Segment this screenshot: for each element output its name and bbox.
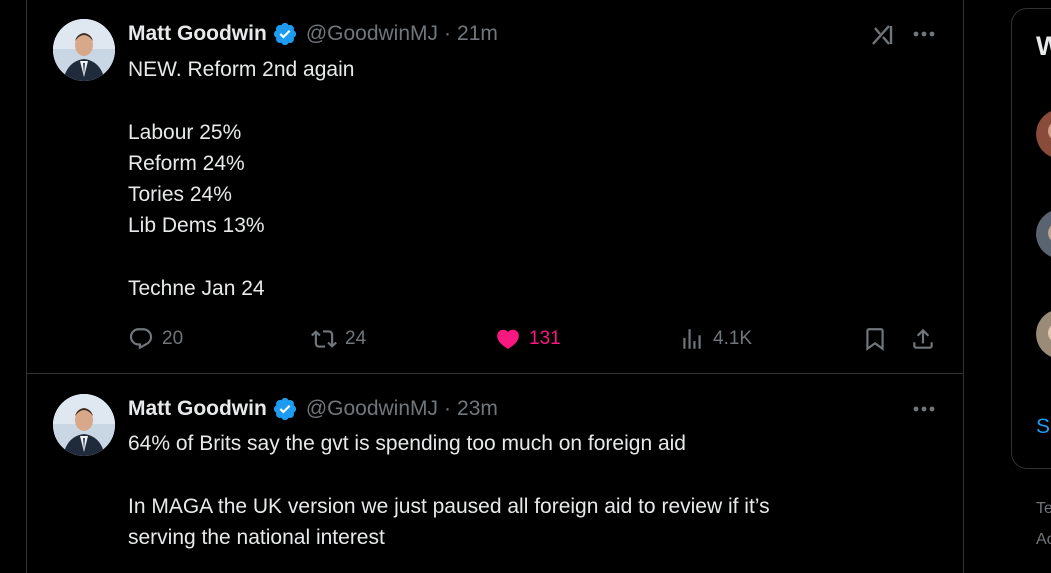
repost-button[interactable]: 24 [311, 322, 366, 356]
tweet-text-line: In MAGA the UK version we just paused al… [128, 494, 770, 518]
separator-dot: · [444, 397, 452, 420]
tweet-text-line [128, 459, 770, 490]
share-button[interactable] [910, 322, 936, 356]
tweet-actions: 20 24 131 4.1K [128, 322, 940, 356]
tweet-text-line [128, 242, 354, 273]
avatar-photo [53, 394, 115, 456]
grok-icon[interactable] [867, 20, 897, 50]
panel-heading: W [1036, 31, 1051, 61]
like-count: 131 [529, 328, 561, 349]
separator-dot: · [444, 22, 452, 45]
tweet-text: 64% of Brits say the gvt is spending too… [128, 428, 770, 553]
tweet-text-line: Tories 24% [128, 183, 232, 207]
tweet-header: Matt Goodwin @GoodwinMJ · 21m [128, 20, 498, 48]
author-handle[interactable]: @GoodwinMJ [306, 22, 438, 46]
tweet-text-line: Lib Dems 13% [128, 214, 265, 238]
tweet-timestamp[interactable]: 21m [457, 22, 498, 46]
view-count: 4.1K [713, 328, 753, 349]
footer-link[interactable]: Te [1036, 500, 1051, 518]
tweet-text-line: Reform 24% [128, 151, 245, 175]
more-icon[interactable] [909, 399, 939, 419]
tweet[interactable]: Matt Goodwin @GoodwinMJ · 23m 64% of Bri… [27, 375, 963, 573]
tweet-text-line: 64% of Brits say the gvt is spending too… [128, 432, 686, 455]
avatar[interactable] [53, 394, 115, 456]
verified-badge-icon[interactable] [272, 396, 298, 422]
share-icon [913, 328, 933, 349]
avatar[interactable] [53, 19, 115, 81]
author-name[interactable]: Matt Goodwin [128, 22, 267, 46]
repost-icon [311, 330, 337, 348]
bookmark-icon [866, 328, 884, 351]
tweet-header: Matt Goodwin @GoodwinMJ · 23m [128, 395, 498, 423]
author-name[interactable]: Matt Goodwin [128, 397, 267, 421]
heart-icon [497, 329, 519, 349]
tweet-text-line: serving the national interest [128, 525, 385, 549]
timeline: Matt Goodwin @GoodwinMJ · 21m NEW. Refor… [26, 0, 964, 573]
show-more-link[interactable]: S [1036, 415, 1050, 439]
verified-badge-icon[interactable] [272, 21, 298, 47]
tweet-text-line: Techne Jan 24 [128, 277, 265, 301]
reply-count: 20 [162, 328, 184, 349]
bookmark-button[interactable] [862, 322, 888, 356]
tweet-text-line: Labour 25% [128, 120, 242, 144]
suggested-user-avatar[interactable] [1036, 109, 1051, 159]
like-button[interactable]: 131 [495, 322, 561, 356]
views-icon [683, 329, 701, 349]
reply-icon [129, 328, 153, 350]
tweet-timestamp[interactable]: 23m [457, 397, 498, 421]
views-button[interactable]: 4.1K [679, 322, 752, 356]
reply-button[interactable]: 20 [128, 322, 183, 356]
tweet-text-line [128, 85, 354, 116]
who-to-follow-panel: W S [1011, 8, 1051, 469]
footer-link[interactable]: Ac [1036, 531, 1051, 549]
tweet[interactable]: Matt Goodwin @GoodwinMJ · 21m NEW. Refor… [27, 0, 963, 374]
tweet-text: NEW. Reform 2nd again Labour 25% Reform … [128, 54, 354, 304]
suggested-user-avatar[interactable] [1036, 209, 1051, 259]
avatar-photo [53, 19, 115, 81]
repost-count: 24 [345, 328, 367, 349]
author-handle[interactable]: @GoodwinMJ [306, 397, 438, 421]
tweet-text-line: NEW. Reform 2nd again [128, 58, 355, 81]
suggested-user-avatar[interactable] [1036, 309, 1051, 359]
more-icon[interactable] [909, 24, 939, 44]
